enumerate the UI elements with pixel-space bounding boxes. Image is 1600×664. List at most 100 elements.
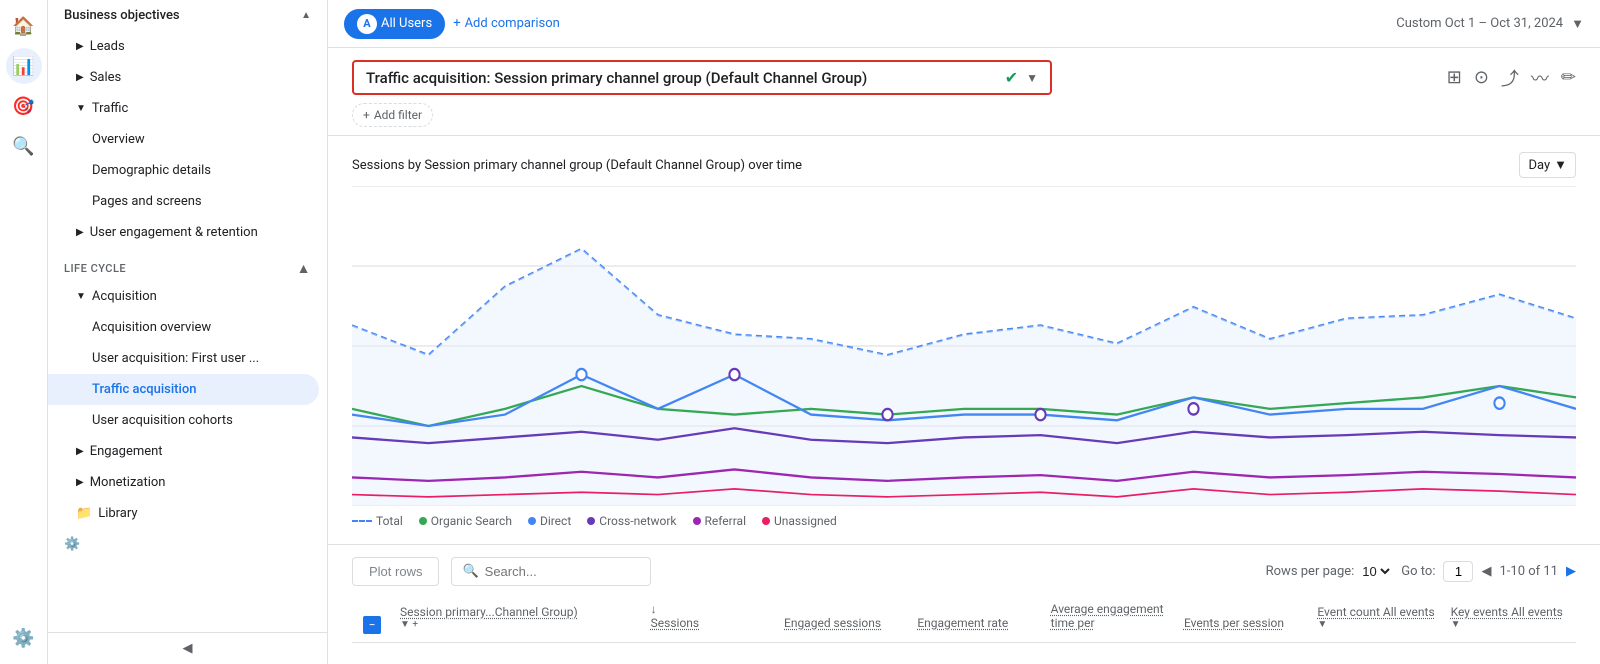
columns-icon[interactable]: ⊞ [1447, 67, 1462, 88]
next-page-button[interactable]: ▶ [1566, 564, 1576, 579]
add-comparison-button[interactable]: + Add comparison [453, 16, 560, 31]
report-icons: ⊞ ⊙ ⤴ 〰 ✏ [1447, 65, 1576, 91]
chevron-up-icon: ▲ [301, 10, 311, 21]
legend-organic-search-label: Organic Search [431, 514, 512, 528]
pagination-info: 1-10 of 11 [1499, 564, 1558, 579]
home-icon[interactable]: 🏠 [6, 8, 42, 44]
legend-total-label: Total [376, 514, 403, 528]
sidebar-item-acquisition[interactable]: ▼ Acquisition [48, 281, 319, 312]
chart-section: Sessions by Session primary channel grou… [328, 136, 1600, 545]
sidebar-item-leads[interactable]: ▶ Leads [48, 31, 319, 62]
chart-title: Sessions by Session primary channel grou… [352, 158, 802, 173]
analytics-icon[interactable]: 📊 [6, 48, 42, 84]
legend-direct-label: Direct [540, 514, 571, 528]
legend-organic-search-dot [419, 517, 427, 525]
search-icon: 🔍 [462, 564, 478, 579]
th-event-count[interactable]: Event count All events ▼ [1309, 601, 1442, 634]
filter-row: + Add filter [352, 103, 1576, 135]
sidebar-item-monetization[interactable]: ▶ Monetization [48, 467, 319, 498]
go-to-input[interactable] [1443, 561, 1473, 582]
date-range[interactable]: Custom Oct 1 – Oct 31, 2024 ▼ [1396, 16, 1584, 32]
add-filter-button[interactable]: + Add filter [352, 103, 433, 127]
legend-referral-dot [693, 517, 701, 525]
legend-referral-label: Referral [705, 514, 747, 528]
sidebar-item-pages-screens[interactable]: Pages and screens [48, 186, 319, 217]
granularity-select[interactable]: Day ▼ [1519, 152, 1576, 178]
sidebar-item-sales[interactable]: ▶ Sales [48, 62, 319, 93]
compare-icon[interactable]: ⊙ [1474, 67, 1489, 88]
sidebar-item-user-acquisition[interactable]: User acquisition: First user ... [48, 343, 319, 374]
pagination-controls: Rows per page: 10 25 50 Go to: ◀ 1-10 of… [1266, 561, 1576, 582]
report-header: Traffic acquisition: Session primary cha… [328, 48, 1600, 136]
legend-unassigned-dot [762, 517, 770, 525]
th-engagement-rate[interactable]: Engagement rate [909, 612, 1042, 634]
search-console-icon[interactable]: 🔍 [6, 128, 42, 164]
th-session-channel[interactable]: Session primary...Channel Group) ▼ + [392, 601, 643, 634]
prev-page-button[interactable]: ◀ [1481, 564, 1491, 579]
chevron-down-icon: ▼ [1571, 16, 1584, 32]
sidebar-item-demographic[interactable]: Demographic details [48, 155, 319, 186]
go-to-label: Go to: [1401, 564, 1435, 579]
chevron-down-icon: ▼ [1554, 157, 1567, 173]
business-objectives-header[interactable]: Business objectives ▲ [48, 0, 327, 31]
lifecycle-category: Life cycle ▲ [48, 256, 327, 281]
report-title: Traffic acquisition: Session primary cha… [366, 69, 997, 87]
search-box[interactable]: 🔍 [451, 557, 651, 586]
topbar: A All Users + Add comparison Custom Oct … [328, 0, 1600, 48]
legend-unassigned-label: Unassigned [774, 514, 837, 528]
target-icon[interactable]: 🎯 [6, 88, 42, 124]
legend-total: Total [352, 514, 403, 528]
sidebar-item-traffic-acquisition[interactable]: Traffic acquisition [48, 374, 319, 405]
sidebar-collapse-button[interactable]: ◀ [48, 632, 327, 664]
th-engaged-sessions[interactable]: Engaged sessions [776, 612, 909, 634]
sidebar-item-engagement[interactable]: ▶ Engagement [48, 436, 319, 467]
legend-referral: Referral [693, 514, 747, 528]
sparkline-icon[interactable]: 〰 [1531, 65, 1549, 91]
sidebar-item-library[interactable]: 📁 Library [48, 498, 319, 529]
settings-icon[interactable]: ⚙️ [6, 620, 42, 656]
legend-direct: Direct [528, 514, 571, 528]
settings-icon: ⚙️ [64, 537, 80, 552]
th-sessions[interactable]: ↓ Sessions [643, 598, 776, 634]
th-key-events[interactable]: Key events All events ▼ [1443, 601, 1576, 634]
settings-row[interactable]: ⚙️ [48, 529, 327, 560]
th-avg-engagement-time[interactable]: Average engagement time per [1043, 598, 1176, 634]
legend-total-line [352, 520, 372, 522]
chart-legend: Total Organic Search Direct Cross-networ… [352, 514, 1576, 528]
table-header: − Session primary...Channel Group) ▼ + ↓… [352, 598, 1576, 643]
main-area: A All Users + Add comparison Custom Oct … [328, 0, 1600, 664]
rows-per-page-label: Rows per page: 10 25 50 [1266, 563, 1394, 580]
report-title-row: Traffic acquisition: Session primary cha… [352, 60, 1576, 95]
select-all-checkbox[interactable]: − [363, 616, 381, 634]
table-controls: Plot rows 🔍 Rows per page: 10 25 50 Go [352, 557, 1576, 586]
share-icon[interactable]: ⤴ [1501, 65, 1519, 91]
sidebar-item-user-engagement[interactable]: ▶ User engagement & retention [48, 217, 319, 248]
content-area: Traffic acquisition: Session primary cha… [328, 48, 1600, 664]
legend-organic-search: Organic Search [419, 514, 512, 528]
all-users-chip[interactable]: A All Users [344, 9, 445, 39]
title-dropdown-icon[interactable]: ▼ [1026, 71, 1038, 85]
edit-icon[interactable]: ✏ [1561, 67, 1576, 88]
chart-container: 800 600 400 200 0 [352, 186, 1576, 506]
lifecycle-collapse-icon[interactable]: ▲ [297, 260, 311, 277]
legend-cross-network-label: Cross-network [599, 514, 676, 528]
chip-label: All Users [381, 16, 432, 31]
sidebar-item-user-acquisition-cohorts[interactable]: User acquisition cohorts [48, 405, 319, 436]
rows-per-page-select[interactable]: 10 25 50 [1358, 563, 1393, 580]
legend-direct-dot [528, 517, 536, 525]
legend-cross-network-dot [587, 517, 595, 525]
sidebar-item-traffic[interactable]: ▼ Traffic [48, 93, 319, 124]
plot-rows-button[interactable]: Plot rows [352, 557, 439, 586]
legend-unassigned: Unassigned [762, 514, 837, 528]
plus-icon: + [363, 108, 370, 122]
report-title-box: Traffic acquisition: Session primary cha… [352, 60, 1052, 95]
search-input[interactable] [485, 564, 635, 579]
check-icon: ✔ [1005, 68, 1018, 87]
header-checkbox-col: − [352, 616, 392, 634]
icon-rail: 🏠 📊 🎯 🔍 ⚙️ [0, 0, 48, 664]
th-events-per-session[interactable]: Events per session [1176, 612, 1309, 634]
chevron-left-icon: ◀ [183, 641, 193, 656]
sidebar-item-overview[interactable]: Overview [48, 124, 319, 155]
plus-icon: + [453, 16, 460, 31]
sidebar-item-acquisition-overview[interactable]: Acquisition overview [48, 312, 319, 343]
